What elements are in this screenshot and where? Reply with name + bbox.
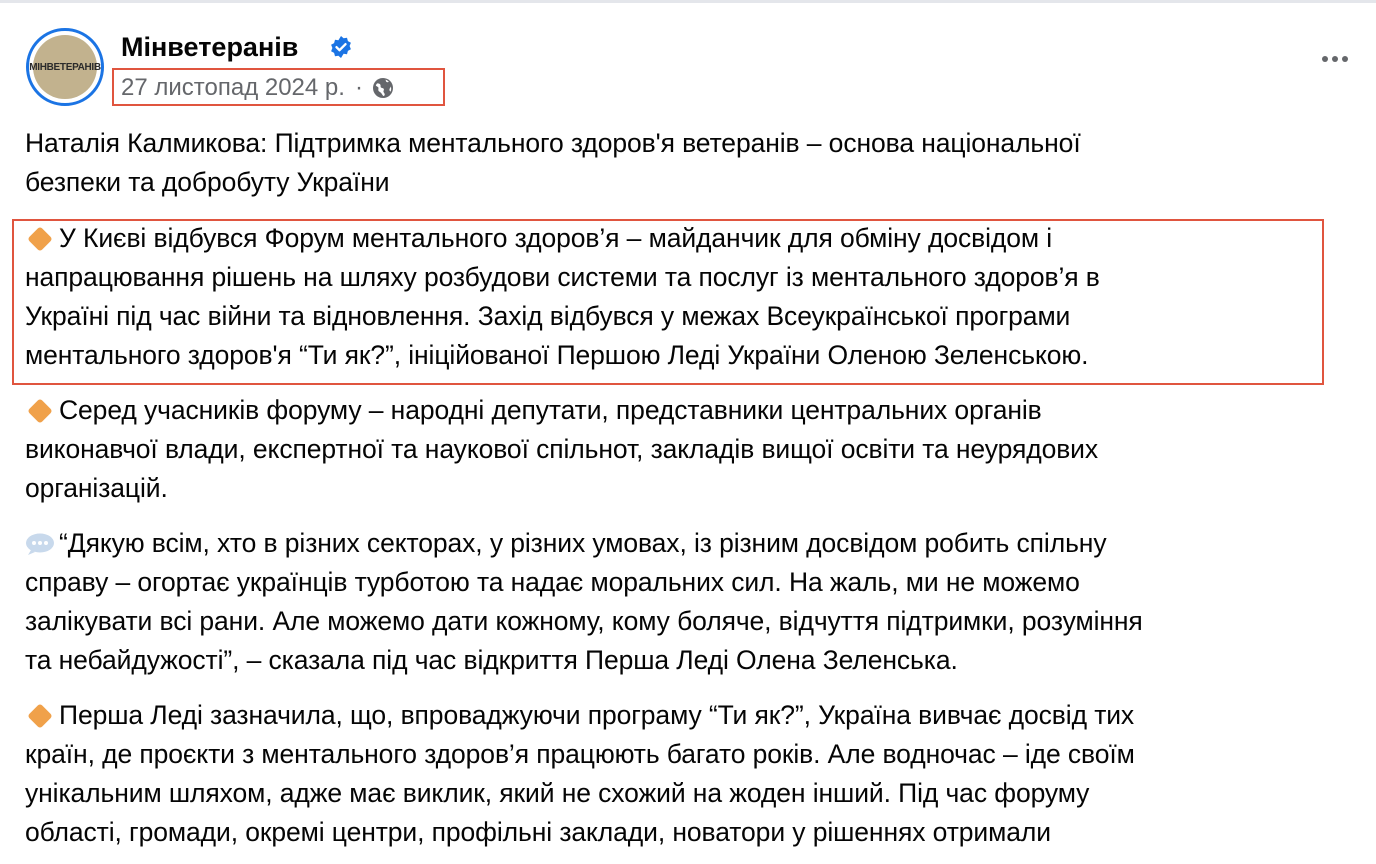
paragraph-forum: У Києві відбувся Форум ментального здоро… (25, 219, 1100, 375)
text-line: ментального здоров'я “Ти як?”, ініційова… (25, 340, 1089, 370)
speech-bubble-icon (26, 533, 54, 555)
text-line: організацій. (25, 473, 168, 503)
more-dot (1332, 56, 1338, 62)
avatar-logo: МІНВЕТЕРАНІВ (29, 35, 101, 99)
paragraph-first-lady: Перша Леді зазначила, що, впроваджуючи п… (25, 696, 1135, 852)
orange-diamond-icon (27, 398, 53, 424)
paragraph-participants: Серед учасників форуму – народні депутат… (25, 391, 1098, 508)
text-line: Наталія Калмикова: Підтримка ментального… (25, 128, 1081, 158)
top-divider (0, 0, 1376, 3)
text-line: унікальним шляхом, адже має виклик, який… (25, 778, 1090, 808)
text-line: “Дякую всім, хто в різних секторах, у рі… (59, 528, 1107, 558)
more-dot (1342, 56, 1348, 62)
orange-diamond-icon (27, 226, 53, 252)
more-options-icon[interactable] (1322, 56, 1348, 62)
text-line: та небайдужості”, – сказала під час відк… (25, 645, 958, 675)
text-line: області, громади, окремі центри, профіль… (25, 817, 1051, 847)
text-line: виконавчої влади, експертної та наукової… (25, 434, 1099, 464)
meta-separator: · (354, 74, 363, 101)
text-line: справу – огортає українців турботою та н… (25, 567, 1080, 597)
more-dot (1322, 56, 1328, 62)
post-title: Наталія Калмикова: Підтримка ментального… (25, 124, 1081, 202)
text-line: напрацювання рішень на шляху розбудови с… (25, 262, 1100, 292)
text-line: країн, де проєкти з ментального здоров’я… (25, 739, 1135, 769)
text-line: У Києві відбувся Форум ментального здоро… (59, 223, 1053, 253)
text-line: Україні під час війни та відновлення. За… (25, 301, 1071, 331)
page-name-link[interactable]: Мінветеранів (121, 31, 298, 63)
text-line: безпеки та добробуту України (25, 167, 390, 197)
orange-diamond-icon (27, 703, 53, 729)
verified-badge-icon (331, 36, 351, 58)
post-meta: 27 листопад 2024 р. · (121, 74, 395, 102)
paragraph-quote: “Дякую всім, хто в різних секторах, у рі… (25, 524, 1143, 680)
text-line: Серед учасників форуму – народні депутат… (59, 395, 1042, 425)
text-line: Перша Леді зазначила, що, впроваджуючи п… (59, 700, 1135, 730)
post-date-link[interactable]: 27 листопад 2024 р. (121, 74, 345, 102)
globe-icon[interactable] (371, 76, 395, 100)
avatar-logo-text: МІНВЕТЕРАНІВ (29, 61, 101, 73)
text-line: залікувати всі рани. Але можемо дати кож… (25, 606, 1143, 636)
avatar[interactable]: МІНВЕТЕРАНІВ (26, 28, 104, 106)
